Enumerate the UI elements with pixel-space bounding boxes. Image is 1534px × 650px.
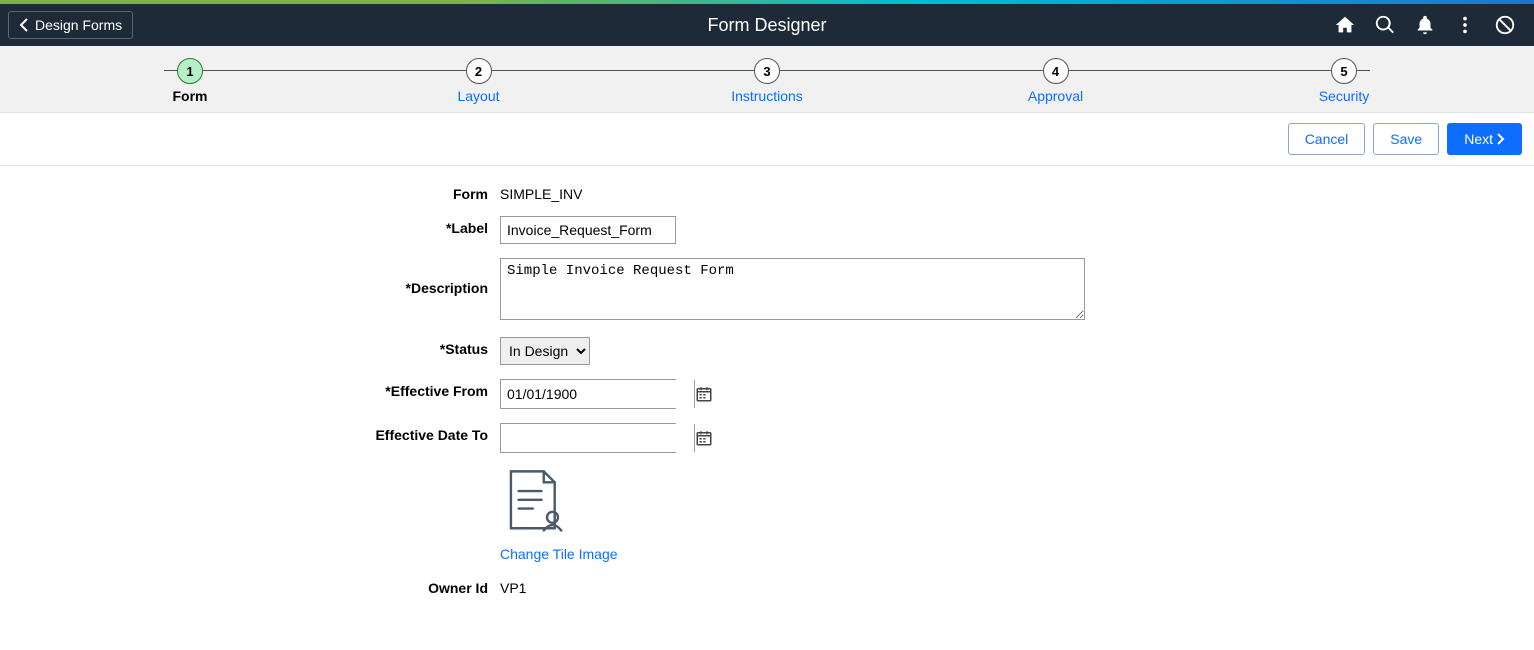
row-effective-to: Effective Date To	[0, 423, 1534, 453]
save-button[interactable]: Save	[1373, 123, 1439, 155]
label-effective-to: Effective Date To	[0, 423, 500, 443]
label-tile-empty	[0, 467, 500, 471]
row-tile-image: Change Tile Image	[0, 467, 1534, 562]
step-approval[interactable]: 4 Approval	[1016, 58, 1096, 104]
calendar-icon[interactable]	[694, 424, 713, 452]
action-bar: Cancel Save Next	[0, 113, 1534, 166]
label-label: *Label	[0, 216, 500, 236]
step-layout[interactable]: 2 Layout	[439, 58, 519, 104]
step-label: Instructions	[727, 88, 807, 104]
step-label: Approval	[1016, 88, 1096, 104]
effective-to-input[interactable]	[501, 424, 694, 452]
bell-icon[interactable]	[1414, 14, 1436, 36]
value-owner: VP1	[500, 576, 526, 596]
effective-from-date	[500, 379, 676, 409]
calendar-icon[interactable]	[694, 380, 713, 408]
wizard-stepper: 1 Form 2 Layout 3 Instructions 4 Approva…	[0, 46, 1534, 113]
effective-to-date	[500, 423, 676, 453]
status-select[interactable]: In Design	[500, 337, 590, 365]
row-status: *Status In Design	[0, 337, 1534, 365]
back-button[interactable]: Design Forms	[8, 11, 133, 39]
form-designer-body: Form SIMPLE_INV *Label *Description *Sta…	[0, 166, 1534, 650]
back-button-label: Design Forms	[35, 17, 122, 33]
label-input[interactable]	[500, 216, 676, 244]
row-description: *Description	[0, 258, 1534, 323]
step-label: Security	[1304, 88, 1384, 104]
label-status: *Status	[0, 337, 500, 357]
chevron-right-icon	[1497, 133, 1505, 145]
label-owner: Owner Id	[0, 576, 500, 596]
search-icon[interactable]	[1374, 14, 1396, 36]
tile-image-preview	[500, 467, 618, 540]
step-number: 5	[1331, 58, 1357, 84]
step-label: Layout	[439, 88, 519, 104]
step-number: 4	[1043, 58, 1069, 84]
kebab-menu-icon[interactable]	[1454, 14, 1476, 36]
row-owner: Owner Id VP1	[0, 576, 1534, 596]
step-form[interactable]: 1 Form	[150, 58, 230, 104]
page-title: Form Designer	[707, 15, 826, 36]
label-effective-from: *Effective From	[0, 379, 500, 399]
label-description: *Description	[0, 258, 500, 296]
effective-from-input[interactable]	[501, 380, 694, 408]
step-number: 3	[754, 58, 780, 84]
chevron-left-icon	[19, 18, 29, 32]
value-form: SIMPLE_INV	[500, 182, 582, 202]
change-tile-image-link[interactable]: Change Tile Image	[500, 546, 618, 562]
header-action-icons	[1334, 14, 1526, 36]
label-form: Form	[0, 182, 500, 202]
compass-icon[interactable]	[1494, 14, 1516, 36]
description-textarea[interactable]	[500, 258, 1085, 320]
next-button[interactable]: Next	[1447, 123, 1522, 155]
row-effective-from: *Effective From	[0, 379, 1534, 409]
row-form: Form SIMPLE_INV	[0, 182, 1534, 202]
app-header: Design Forms Form Designer	[0, 4, 1534, 46]
next-button-label: Next	[1464, 131, 1493, 147]
row-label: *Label	[0, 216, 1534, 244]
step-number: 1	[177, 58, 203, 84]
step-number: 2	[466, 58, 492, 84]
step-label: Form	[150, 88, 230, 104]
step-instructions[interactable]: 3 Instructions	[727, 58, 807, 104]
home-icon[interactable]	[1334, 14, 1356, 36]
step-security[interactable]: 5 Security	[1304, 58, 1384, 104]
cancel-button[interactable]: Cancel	[1288, 123, 1366, 155]
